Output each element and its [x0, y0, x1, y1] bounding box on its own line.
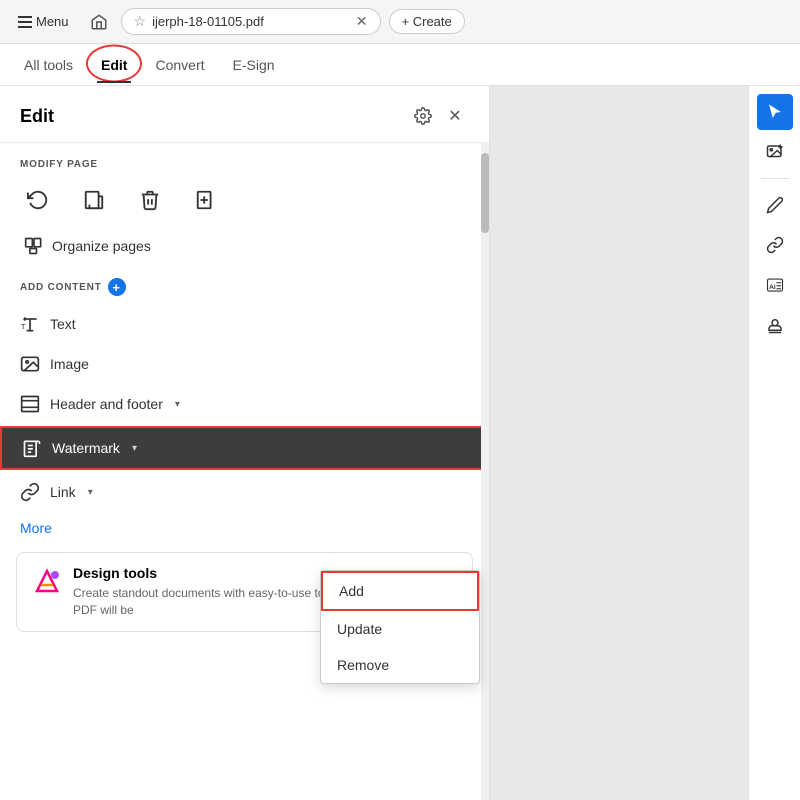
panel-scroll-area[interactable]: MODIFY PAGE [0, 143, 489, 800]
add-content-plus-button[interactable]: + [108, 278, 126, 296]
image-label: Image [50, 356, 89, 372]
add-image-tool-button[interactable] [757, 134, 793, 170]
link-tool-button[interactable] [757, 227, 793, 263]
browser-bar: Menu ☆ ijerph-18-01105.pdf ✕ + Create [0, 0, 800, 44]
organize-pages-button[interactable]: Organize pages [4, 230, 485, 262]
stamp-tool-button[interactable] [757, 307, 793, 343]
panel-close-button[interactable]: ✕ [441, 102, 469, 130]
tab-esign[interactable]: E-Sign [229, 47, 279, 83]
hamburger-icon [18, 16, 32, 28]
link-arrow: ▾ [88, 487, 93, 498]
main-layout: Edit ✕ MODIFY PAGE [0, 86, 800, 800]
watermark-button[interactable]: Watermark ▾ [0, 426, 489, 470]
more-button[interactable]: More [0, 512, 489, 544]
pdf-content-area [490, 86, 748, 800]
pencil-tool-button[interactable] [757, 187, 793, 223]
home-button[interactable] [85, 8, 113, 36]
scrollbar-thumb[interactable] [481, 153, 489, 233]
modify-page-tools [0, 178, 489, 230]
header-footer-arrow: ▾ [175, 399, 180, 410]
text-label: Text [50, 316, 76, 332]
scrollbar[interactable] [481, 143, 489, 800]
text-tool-button[interactable]: T Text [0, 304, 489, 344]
settings-button[interactable] [409, 102, 437, 130]
tab-all-tools[interactable]: All tools [20, 47, 77, 83]
header-footer-label: Header and footer [50, 396, 163, 412]
ai-text-tool-button[interactable]: Ai [757, 267, 793, 303]
image-tool-button[interactable]: Image [0, 344, 489, 384]
menu-label: Menu [36, 14, 69, 29]
header-footer-button[interactable]: Header and footer ▾ [0, 384, 489, 424]
browser-tab[interactable]: ☆ ijerph-18-01105.pdf ✕ [121, 8, 381, 35]
header-footer-icon [20, 394, 40, 414]
add-content-section-label: ADD CONTENT + [0, 262, 489, 304]
link-label: Link [50, 484, 76, 500]
rotate-button[interactable] [20, 182, 56, 218]
right-toolbar: Ai [748, 86, 800, 800]
watermark-add-button[interactable]: Add [321, 571, 479, 611]
extract-page-button[interactable] [76, 182, 112, 218]
image-icon [20, 354, 40, 374]
panel-title: Edit [20, 106, 409, 127]
svg-text:Ai: Ai [769, 284, 776, 291]
tab-edit[interactable]: Edit [97, 47, 131, 83]
watermark-update-button[interactable]: Update [321, 611, 479, 647]
link-button[interactable]: Link ▾ [0, 472, 489, 512]
modify-page-label: MODIFY PAGE [0, 143, 489, 178]
create-button[interactable]: + Create [389, 9, 465, 34]
toolbar-separator [761, 178, 789, 179]
watermark-remove-button[interactable]: Remove [321, 647, 479, 683]
menu-button[interactable]: Menu [10, 10, 77, 33]
watermark-dropdown-menu: Add Update Remove [320, 570, 480, 684]
svg-text:T: T [21, 322, 26, 331]
design-tools-icon [31, 565, 63, 597]
tab-convert[interactable]: Convert [151, 47, 208, 83]
delete-page-button[interactable] [132, 182, 168, 218]
tool-tabs-bar: All tools Edit Convert E-Sign [0, 44, 800, 86]
edit-panel: Edit ✕ MODIFY PAGE [0, 86, 490, 800]
bookmark-icon: ☆ [134, 13, 147, 30]
create-label: + Create [402, 14, 452, 29]
watermark-arrow: ▾ [132, 443, 137, 454]
tab-close-button[interactable]: ✕ [356, 13, 368, 30]
tab-title: ijerph-18-01105.pdf [152, 14, 350, 29]
insert-page-button[interactable] [188, 182, 224, 218]
text-icon: T [20, 314, 40, 334]
panel-header: Edit ✕ [0, 86, 489, 143]
link-icon [20, 482, 40, 502]
watermark-label: Watermark [52, 440, 120, 456]
watermark-icon [22, 438, 42, 458]
organize-pages-label: Organize pages [52, 238, 151, 254]
cursor-tool-button[interactable] [757, 94, 793, 130]
